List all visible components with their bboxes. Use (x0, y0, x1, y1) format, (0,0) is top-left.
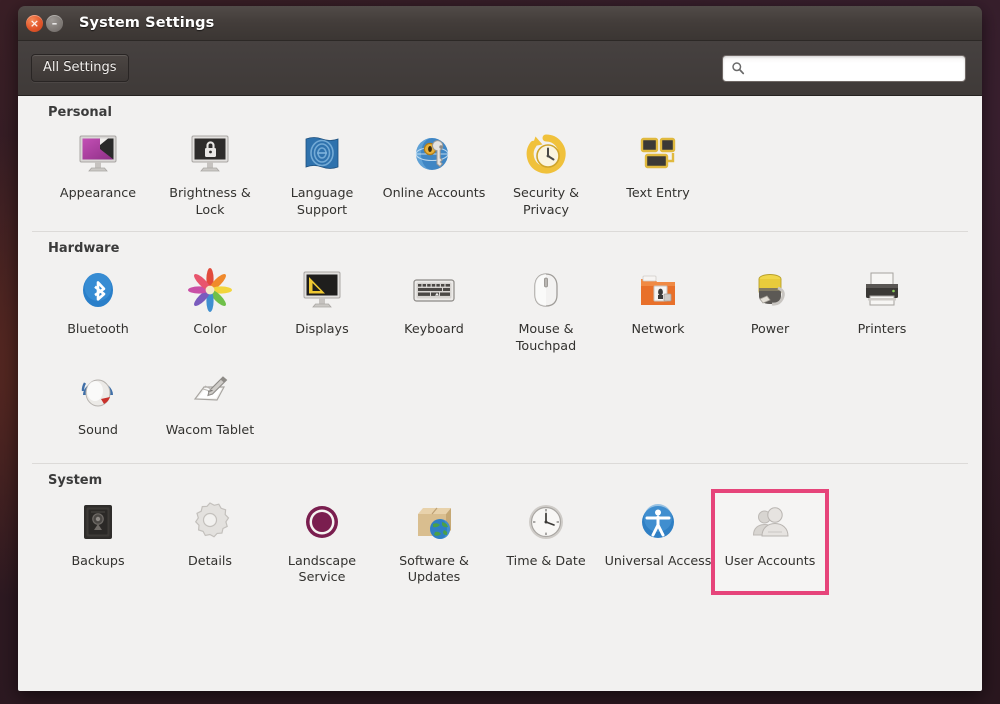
settings-tile-text-entry[interactable]: Text Entry (602, 124, 714, 225)
tile-label: Details (188, 552, 232, 568)
tile-label: Landscape Service (287, 552, 357, 585)
settings-tile-online-accounts[interactable]: Online Accounts (378, 124, 490, 225)
minimize-icon: – (51, 16, 58, 30)
tile-label: Color (193, 320, 227, 336)
tile-label: Printers (857, 320, 907, 336)
landscape-service-icon (296, 496, 348, 548)
settings-tile-software-updates[interactable]: Software & Updates (378, 492, 490, 593)
tile-label: Software & Updates (399, 552, 469, 585)
settings-tile-keyboard[interactable]: Keyboard (378, 260, 490, 361)
window-title: System Settings (79, 15, 215, 31)
settings-tile-user-accounts[interactable]: User Accounts (711, 488, 829, 596)
settings-grid: Appearance Brightness & Lock Language Su… (18, 124, 982, 229)
online-accounts-icon (408, 128, 460, 180)
settings-grid: Backups Details Landscape Service Softwa… (18, 488, 982, 597)
time-date-icon (520, 496, 572, 548)
desktop-background: × – System Settings All Settings Persona… (0, 0, 1000, 704)
tile-label: Online Accounts (382, 185, 486, 200)
tile-label: Network (631, 320, 685, 336)
system-settings-window: × – System Settings All Settings Persona… (18, 6, 982, 691)
settings-tile-color[interactable]: Color (154, 260, 266, 361)
search-box[interactable] (722, 54, 966, 82)
settings-tile-mouse-touchpad[interactable]: Mouse & Touchpad (490, 260, 602, 361)
tile-label: User Accounts (724, 552, 816, 568)
settings-tile-backups[interactable]: Backups (42, 492, 154, 593)
tile-label: Language Support (290, 185, 354, 217)
minimize-button[interactable]: – (46, 14, 63, 32)
color-icon (184, 264, 236, 316)
settings-section-system: System Backups Details Landscape Service (18, 462, 982, 599)
settings-tile-bluetooth[interactable]: Bluetooth (42, 260, 154, 361)
settings-tile-brightness-lock[interactable]: Brightness & Lock (154, 124, 266, 225)
section-title: Personal (48, 105, 112, 120)
backups-icon (72, 496, 124, 548)
settings-tile-details[interactable]: Details (154, 492, 266, 593)
settings-tile-language-support[interactable]: Language Support (266, 124, 378, 225)
close-button[interactable]: × (26, 14, 43, 32)
all-settings-button[interactable]: All Settings (31, 54, 129, 82)
universal-access-icon (632, 496, 684, 548)
tile-label: Wacom Tablet (165, 421, 255, 437)
tile-label: Brightness & Lock (169, 185, 251, 217)
window-titlebar: × – System Settings (18, 6, 982, 41)
tile-label: Mouse & Touchpad (515, 320, 577, 353)
search-input[interactable] (722, 54, 966, 82)
settings-section-personal: Personal Appearance Brightness & Lock La… (18, 96, 982, 231)
tile-label: Appearance (59, 185, 137, 200)
settings-tile-security-privacy[interactable]: Security & Privacy (490, 124, 602, 225)
wacom-tablet-icon (184, 365, 236, 417)
tile-label: Time & Date (506, 552, 586, 568)
text-entry-icon (632, 128, 684, 180)
network-icon (632, 264, 684, 316)
close-icon: × (29, 16, 40, 30)
tile-label: Universal Access (604, 552, 712, 568)
user-accounts-icon (744, 496, 796, 548)
settings-grid: Bluetooth Color Displays Keyboard Mouse … (18, 260, 982, 461)
settings-tile-printers[interactable]: Printers (826, 260, 938, 361)
settings-tile-sound[interactable]: Sound (42, 361, 154, 457)
tile-label: Bluetooth (67, 320, 129, 336)
printers-icon (856, 264, 908, 316)
tile-label: Power (750, 320, 790, 336)
keyboard-icon (408, 264, 460, 316)
displays-icon (296, 264, 348, 316)
mouse-touchpad-icon (520, 264, 572, 316)
settings-tile-time-date[interactable]: Time & Date (490, 492, 602, 593)
tile-label: Security & Privacy (512, 185, 580, 217)
settings-tile-landscape-service[interactable]: Landscape Service (266, 492, 378, 593)
appearance-icon (72, 128, 124, 180)
section-title: Hardware (32, 230, 968, 260)
settings-tile-wacom-tablet[interactable]: Wacom Tablet (154, 361, 266, 457)
tile-label: Displays (295, 320, 349, 336)
language-support-icon (296, 128, 348, 180)
bluetooth-icon (72, 264, 124, 316)
sound-icon (72, 365, 124, 417)
settings-content: Personal Appearance Brightness & Lock La… (18, 96, 982, 691)
window-toolbar: All Settings (18, 41, 982, 96)
software-updates-icon (408, 496, 460, 548)
power-icon (744, 264, 796, 316)
settings-tile-appearance[interactable]: Appearance (42, 124, 154, 225)
settings-tile-universal-access[interactable]: Universal Access (602, 492, 714, 593)
settings-tile-power[interactable]: Power (714, 260, 826, 361)
settings-tile-displays[interactable]: Displays (266, 260, 378, 361)
settings-tile-network[interactable]: Network (602, 260, 714, 361)
tile-label: Sound (78, 421, 118, 437)
security-privacy-icon (520, 128, 572, 180)
details-icon (184, 496, 236, 548)
tile-label: Keyboard (404, 320, 464, 336)
brightness-lock-icon (184, 128, 236, 180)
tile-label: Backups (71, 552, 125, 568)
section-title: System (32, 462, 968, 492)
tile-label: Text Entry (626, 185, 690, 200)
settings-section-hardware: Hardware Bluetooth Color Displays Keyboa… (18, 230, 982, 463)
